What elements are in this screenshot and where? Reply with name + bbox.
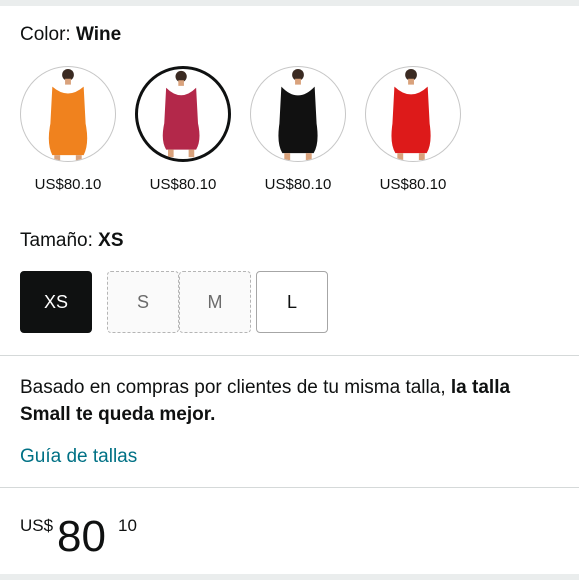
size-label: Tamaño: XS (20, 230, 124, 252)
size-recommendation: Basado en compras por clientes de tu mis… (20, 374, 565, 428)
size-option-m[interactable]: M (179, 271, 251, 333)
price-fraction: 10 (118, 516, 137, 535)
orange-dress-image (48, 68, 88, 161)
selected-color-name: Wine (75, 24, 122, 45)
swatch-orange-image[interactable] (20, 66, 116, 162)
bottom-divider-strip (0, 574, 579, 580)
color-label-text: Color: (20, 24, 71, 45)
wine-dress-image (162, 70, 200, 158)
color-swatches: US$80.10 US$80.10 US$80.10 US$80.10 (20, 66, 480, 196)
selected-size-name: XS (98, 230, 124, 251)
section-divider (0, 487, 579, 488)
swatch-black-image[interactable] (250, 66, 346, 162)
swatch-red-image[interactable] (365, 66, 461, 162)
color-label: Color: Wine (20, 24, 121, 46)
swatch-price: US$80.10 (379, 176, 447, 193)
swatch-orange[interactable]: US$80.10 (20, 66, 116, 193)
size-option-xs[interactable]: XS (20, 271, 92, 333)
red-dress-image (391, 68, 431, 161)
size-option-l[interactable]: L (256, 271, 328, 333)
section-divider (0, 355, 579, 356)
swatch-price: US$80.10 (34, 176, 102, 193)
swatch-red[interactable]: US$80.10 (365, 66, 461, 193)
swatch-wine-image[interactable] (135, 66, 231, 162)
swatch-black[interactable]: US$80.10 (250, 66, 346, 193)
top-divider-strip (0, 0, 579, 6)
size-recommendation-text: Basado en compras por clientes de tu mis… (20, 377, 451, 398)
price-whole: 80 (57, 512, 106, 561)
size-label-text: Tamaño: (20, 230, 93, 251)
swatch-wine[interactable]: US$80.10 (135, 66, 231, 193)
black-dress-image (278, 68, 318, 161)
price-currency: US$ (20, 516, 54, 535)
swatch-price: US$80.10 (264, 176, 332, 193)
size-guide-link[interactable]: Guía de tallas (20, 446, 137, 468)
swatch-price: US$80.10 (149, 176, 217, 193)
size-option-s[interactable]: S (107, 271, 179, 333)
